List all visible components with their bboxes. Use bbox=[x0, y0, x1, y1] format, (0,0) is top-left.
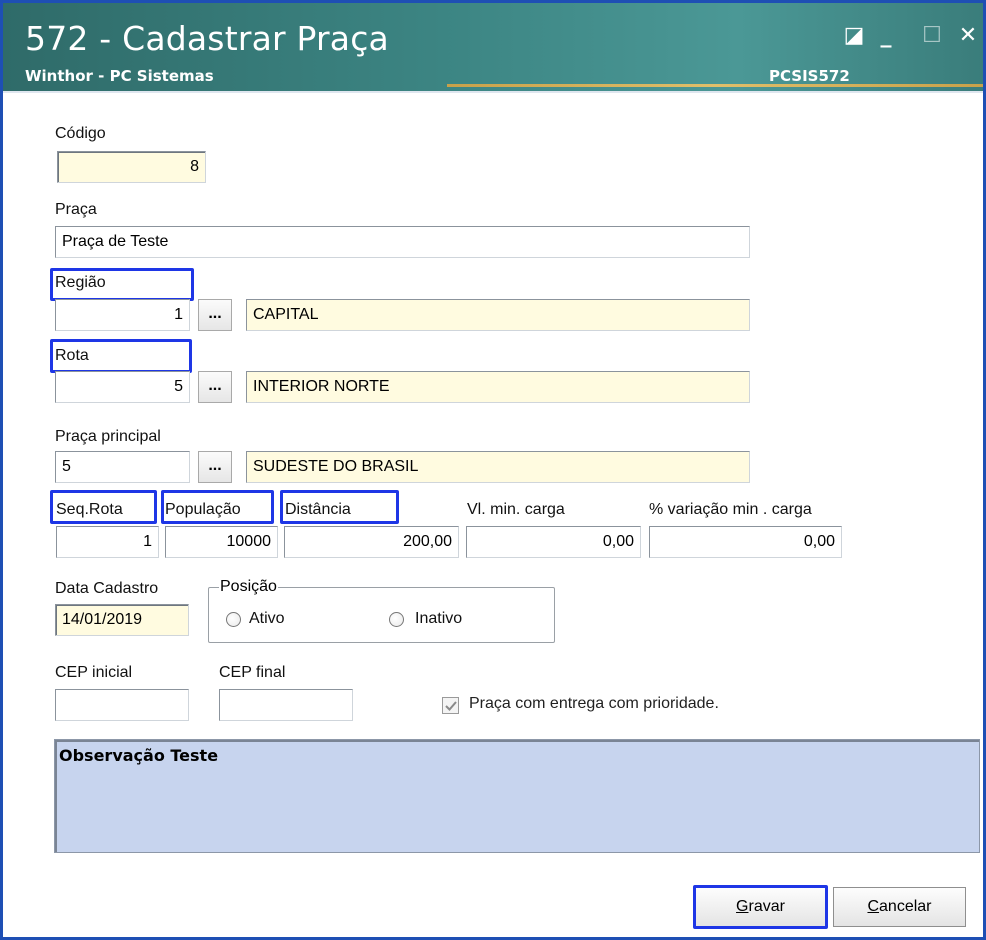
program-code: PCSIS572 bbox=[769, 67, 850, 85]
praca-principal-lookup-button[interactable]: ... bbox=[198, 451, 232, 483]
distancia-field[interactable]: 200,00 bbox=[284, 526, 459, 558]
window: 572 - Cadastrar Praça Winthor - PC Siste… bbox=[0, 0, 986, 940]
close-icon[interactable]: ✕ bbox=[953, 23, 983, 49]
codigo-field[interactable]: 8 bbox=[57, 151, 206, 183]
regiao-name-field[interactable]: CAPITAL bbox=[246, 299, 750, 331]
title-bar[interactable]: 572 - Cadastrar Praça Winthor - PC Siste… bbox=[3, 3, 983, 91]
rota-name-field[interactable]: INTERIOR NORTE bbox=[246, 371, 750, 403]
window-subtitle: Winthor - PC Sistemas bbox=[25, 67, 214, 85]
variacao-min-carga-label: % variação min . carga bbox=[649, 501, 812, 518]
checkmark-icon bbox=[445, 701, 457, 711]
window-title: 572 - Cadastrar Praça bbox=[25, 19, 389, 58]
regiao-label: Região bbox=[55, 274, 106, 291]
inativo-radio-label[interactable]: Inativo bbox=[415, 610, 462, 628]
praca-principal-name-field[interactable]: SUDESTE DO BRASIL bbox=[246, 451, 750, 483]
restore-icon[interactable]: ◪ bbox=[839, 23, 869, 49]
posicao-legend: Posição bbox=[219, 578, 278, 596]
rota-code-field[interactable]: 5 bbox=[55, 371, 190, 403]
observacao-text: Observação Teste bbox=[59, 746, 219, 765]
seq-rota-label: Seq.Rota bbox=[56, 501, 123, 518]
regiao-code-field[interactable]: 1 bbox=[55, 299, 190, 331]
data-cadastro-field[interactable]: 14/01/2019 bbox=[55, 604, 189, 636]
inativo-radio[interactable] bbox=[389, 612, 404, 627]
variacao-min-carga-field[interactable]: 0,00 bbox=[649, 526, 842, 558]
praca-principal-label: Praça principal bbox=[55, 428, 161, 445]
praca-principal-code-field[interactable]: 5 bbox=[55, 451, 190, 483]
cep-final-field[interactable] bbox=[219, 689, 353, 721]
data-cadastro-label: Data Cadastro bbox=[55, 580, 159, 597]
regiao-lookup-button[interactable]: ... bbox=[198, 299, 232, 331]
praca-label: Praça bbox=[55, 201, 97, 218]
codigo-label: Código bbox=[55, 125, 106, 142]
cep-inicial-field[interactable] bbox=[55, 689, 189, 721]
gravar-button[interactable]: Gravar bbox=[695, 887, 826, 927]
cancelar-button[interactable]: Cancelar bbox=[833, 887, 966, 927]
distancia-label: Distância bbox=[285, 501, 351, 518]
rota-label: Rota bbox=[55, 347, 89, 364]
title-accent-line bbox=[447, 84, 983, 87]
cancelar-accel: C bbox=[867, 898, 880, 915]
prioridade-label[interactable]: Praça com entrega com prioridade. bbox=[469, 695, 719, 713]
vl-min-carga-label: Vl. min. carga bbox=[467, 501, 565, 518]
observacao-textarea[interactable]: Observação Teste bbox=[54, 739, 980, 853]
ativo-radio[interactable] bbox=[226, 612, 241, 627]
vl-min-carga-field[interactable]: 0,00 bbox=[466, 526, 641, 558]
maximize-icon[interactable]: ☐ bbox=[917, 23, 947, 49]
rota-lookup-button[interactable]: ... bbox=[198, 371, 232, 403]
gravar-accel: G bbox=[736, 898, 749, 915]
prioridade-checkbox[interactable] bbox=[442, 697, 459, 714]
posicao-group: Posição Ativo Inativo bbox=[208, 578, 555, 643]
cep-inicial-label: CEP inicial bbox=[55, 664, 133, 681]
seq-rota-field[interactable]: 1 bbox=[56, 526, 159, 558]
populacao-label: População bbox=[165, 501, 241, 518]
cep-final-label: CEP final bbox=[219, 664, 286, 681]
cancelar-label-rest: ancelar bbox=[879, 898, 932, 915]
minimize-icon[interactable]: _ bbox=[871, 23, 901, 49]
populacao-field[interactable]: 10000 bbox=[165, 526, 278, 558]
gravar-label-rest: ravar bbox=[748, 898, 785, 915]
praca-field[interactable]: Praça de Teste bbox=[55, 226, 750, 258]
ativo-radio-label[interactable]: Ativo bbox=[249, 610, 285, 628]
content-separator bbox=[3, 91, 983, 93]
